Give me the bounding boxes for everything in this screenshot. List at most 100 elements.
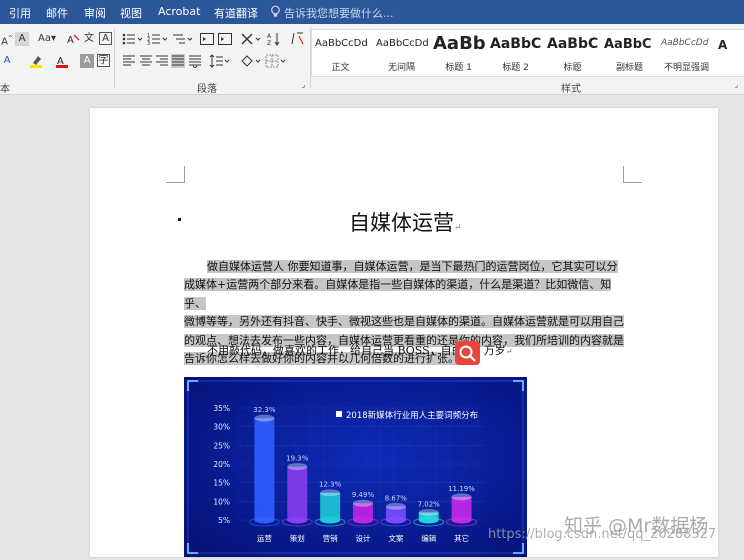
- justify-icon[interactable]: [171, 54, 185, 68]
- bar-value-label: 32.3%: [253, 406, 276, 414]
- legend-swatch: [336, 411, 342, 417]
- align-center-icon[interactable]: [139, 54, 153, 68]
- change-case-icon[interactable]: Aa▾: [37, 32, 57, 46]
- bar-cap: [287, 463, 308, 471]
- borders-icon[interactable]: [265, 54, 287, 68]
- x-tick-label: 营销: [323, 533, 338, 543]
- bar-value-label: 9.49%: [352, 491, 375, 499]
- menu-review[interactable]: 审阅: [84, 5, 106, 21]
- bar-value-label: 8.67%: [385, 494, 408, 502]
- distributed-icon[interactable]: [188, 54, 202, 69]
- style-more[interactable]: A: [715, 30, 744, 76]
- font-group-label: 本: [0, 84, 10, 95]
- styles-group-label: 样式: [561, 84, 581, 95]
- font-color-icon[interactable]: A: [55, 54, 69, 68]
- highlight-color-icon[interactable]: [29, 54, 43, 68]
- x-tick-label: 设计: [356, 533, 371, 543]
- x-tick-label: 文案: [388, 533, 403, 543]
- paragraph-mark-icon: ↵: [505, 347, 513, 356]
- multilevel-list-icon[interactable]: [172, 32, 194, 46]
- watermark-zhihu: 知乎 @Mr数据杨: [564, 515, 709, 537]
- bar-value-label: 11.19%: [448, 485, 475, 493]
- paragraph-dialog-launcher-icon[interactable]: ⌟: [299, 81, 308, 90]
- x-tick-label: 策划: [290, 533, 305, 543]
- menu-mailings[interactable]: 邮件: [46, 5, 68, 21]
- style-heading-2[interactable]: AaBbC 标题 2: [487, 30, 544, 76]
- x-tick-label: 编辑: [421, 533, 436, 543]
- tell-me-search[interactable]: 告诉我您想要做什么...: [284, 5, 394, 21]
- paragraph-group-label: 段落: [197, 84, 217, 95]
- menu-youdao[interactable]: 有道翻译: [214, 5, 258, 21]
- y-tick-label: 35%: [213, 404, 230, 413]
- svg-text:A: A: [67, 35, 74, 46]
- menu-references[interactable]: 引用: [9, 5, 31, 21]
- x-tick-label: 其它: [454, 533, 469, 543]
- decrease-indent-icon[interactable]: [200, 32, 214, 46]
- char-border-icon[interactable]: A: [99, 32, 112, 45]
- style-subtitle[interactable]: AaBbC 副标题: [601, 30, 658, 76]
- lightbulb-icon: [270, 5, 281, 21]
- floating-search-button[interactable]: [455, 341, 480, 365]
- line-spacing-icon[interactable]: [209, 54, 231, 68]
- svg-text:3: 3: [147, 41, 150, 46]
- menu-view[interactable]: 视图: [120, 5, 142, 21]
- align-right-icon[interactable]: [155, 54, 169, 68]
- bar-cap: [320, 489, 341, 497]
- bar-cap: [451, 493, 472, 501]
- menu-bar: 引用 邮件 审阅 视图 Acrobat 有道翻译 告诉我您想要做什么...: [0, 0, 744, 24]
- font-size-increase-icon[interactable]: A^: [0, 32, 14, 47]
- bar-body: [287, 466, 308, 520]
- shading-icon[interactable]: [240, 54, 262, 68]
- style-subtle-emphasis[interactable]: AaBbCcDd 不明显强调: [658, 30, 715, 76]
- y-tick-label: 5%: [218, 516, 230, 525]
- styles-dialog-launcher-icon[interactable]: ⌟: [732, 81, 741, 90]
- style-title[interactable]: AaBbC 标题: [544, 30, 601, 76]
- paragraph-line-3: 微博等等，另外还有抖音、快手、微视这些也是自媒体的渠道。自媒体运营就是可以用自己: [184, 315, 624, 329]
- paragraph-mark-icon: ↵: [454, 223, 462, 233]
- margin-corner-top-left: [166, 166, 185, 183]
- bar-value-label: 12.3%: [319, 481, 342, 489]
- search-icon: [459, 345, 476, 362]
- bar-body: [254, 418, 275, 520]
- bar-body: [320, 492, 341, 520]
- bar-cap: [385, 502, 406, 510]
- margin-corner-top-right: [623, 166, 642, 183]
- chart-title: 2018新媒体行业用人主要词频分布: [346, 410, 478, 421]
- paragraph-line-1: 做自媒体运营人 你要知道事，自媒体运营，是当下最热门的运营岗位，它其实可以分: [207, 260, 618, 273]
- bullets-icon[interactable]: [122, 32, 144, 46]
- sort-icon[interactable]: AZ: [267, 32, 281, 47]
- enclose-char-icon[interactable]: 字: [97, 54, 110, 67]
- font-size-decrease-icon[interactable]: A: [15, 32, 29, 46]
- page-title[interactable]: 自媒体运营↵: [349, 207, 462, 237]
- numbering-icon[interactable]: 123: [147, 32, 169, 47]
- svg-text:A: A: [267, 33, 272, 40]
- align-left-icon[interactable]: [122, 54, 136, 68]
- style-normal[interactable]: AaBbCcDd 正文: [312, 30, 369, 76]
- asian-layout-icon[interactable]: [240, 32, 262, 46]
- menu-acrobat[interactable]: Acrobat: [158, 5, 200, 18]
- y-tick-label: 25%: [213, 441, 230, 450]
- phonetic-guide-icon[interactable]: 文: [82, 32, 96, 46]
- y-tick-label: 30%: [213, 423, 230, 432]
- svg-text:Z: Z: [267, 40, 271, 46]
- style-no-spacing[interactable]: AaBbCcDd 无间隔: [373, 30, 430, 76]
- chart-canvas: 35% 30% 25% 20% 15% 10% 5% 32.3% 19.3% 12.3% 9.49…: [184, 377, 527, 557]
- y-tick-label: 20%: [213, 460, 230, 469]
- bar-cap: [418, 508, 439, 516]
- bar-value-label: 7.02%: [418, 500, 441, 508]
- embedded-chart[interactable]: 35% 30% 25% 20% 15% 10% 5% 32.3% 19.3% 12.3% 9.49…: [184, 377, 527, 557]
- bar-value-label: 19.3%: [286, 455, 309, 463]
- bar-cap: [353, 499, 373, 507]
- bar-cap: [254, 414, 275, 422]
- text-effects-icon[interactable]: A: [0, 54, 14, 68]
- clear-format-icon[interactable]: A: [66, 32, 80, 46]
- char-shading-icon[interactable]: A: [80, 54, 94, 68]
- y-tick-label: 10%: [213, 497, 230, 506]
- heading-bullet-mark: [178, 218, 181, 221]
- show-marks-icon[interactable]: [291, 32, 305, 46]
- paragraph-line-2: 成媒体+运营两个部分来看。自媒体是指一些自媒体的渠道，什么是渠道？比如微信、知乎…: [184, 278, 612, 310]
- style-heading-1[interactable]: AaBb 标题 1: [430, 30, 487, 76]
- y-tick-label: 15%: [213, 479, 230, 488]
- ribbon: A^ A Aa▾ A 文 A A A A 字 本 123 AZ 段落 ⌟ AaB…: [0, 24, 744, 95]
- increase-indent-icon[interactable]: [218, 32, 232, 46]
